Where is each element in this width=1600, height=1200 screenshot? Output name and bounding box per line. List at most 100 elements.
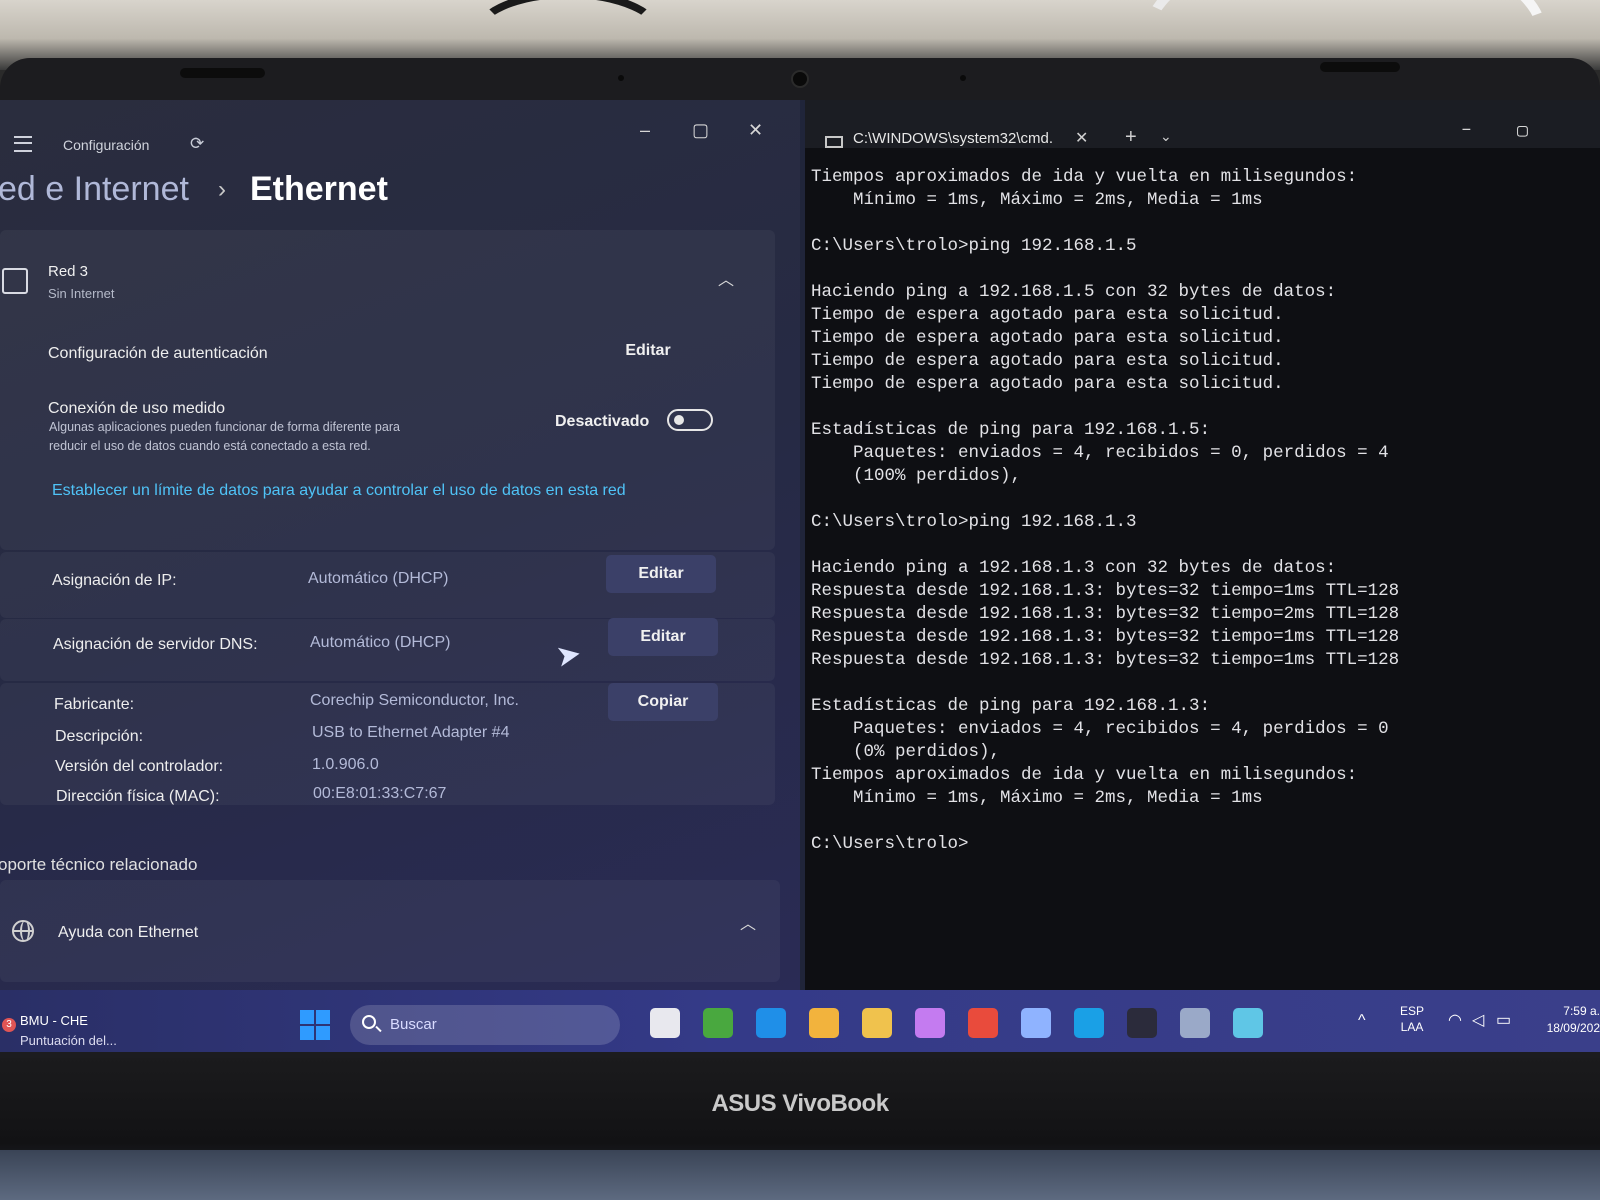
network-name: Red 3 [48, 263, 89, 280]
cmd-icon [825, 136, 843, 148]
terminal-icon[interactable] [1127, 1008, 1157, 1038]
volume-icon[interactable]: ◁ [1472, 1010, 1484, 1030]
terminal-minimize-button[interactable]: – [1461, 120, 1472, 140]
breadcrumb-separator: › [218, 176, 226, 203]
breadcrumb-parent-link[interactable]: ed e Internet [0, 170, 189, 209]
info-label-description: Descripción: [55, 728, 144, 745]
dns-assignment-value: Automático (DHCP) [310, 634, 451, 651]
edge-icon[interactable] [756, 1008, 786, 1038]
minecraft-icon[interactable] [703, 1008, 733, 1038]
settings-icon[interactable] [1180, 1008, 1210, 1038]
remote-desktop-icon[interactable] [1233, 1008, 1263, 1038]
metered-description-line: Algunas aplicaciones pueden funcionar de… [49, 420, 400, 434]
store-icon[interactable] [809, 1008, 839, 1038]
taskbar-search[interactable]: Buscar [350, 1005, 620, 1045]
info-label-mac-address: Dirección física (MAC): [56, 788, 220, 805]
terminal-line: Respuesta desde 192.168.1.3: bytes=32 ti… [811, 650, 1400, 670]
language-code: ESP [1400, 1004, 1425, 1018]
chevron-up-icon[interactable]: ︿ [718, 266, 734, 290]
chevron-up-icon[interactable]: ︿ [740, 910, 756, 934]
globe-icon [12, 920, 34, 942]
close-button[interactable]: ✕ [748, 120, 763, 141]
terminal-line: Haciendo ping a 192.168.1.5 con 32 bytes… [811, 282, 1337, 302]
terminal-line: (100% perdidos), [811, 466, 1022, 486]
info-value-description: USB to Ethernet Adapter #4 [312, 724, 510, 741]
keyboard-layout: LAA [1400, 1020, 1424, 1034]
terminal-line: Tiempos aproximados de ida y vuelta en m… [811, 765, 1358, 785]
page-title: Ethernet [250, 170, 388, 208]
metered-connection-toggle[interactable] [667, 409, 713, 431]
metered-toggle-label: Desactivado [555, 413, 650, 430]
info-value-mac-address: 00:E8:01:33:C7:67 [313, 785, 447, 802]
edit-ip-button[interactable]: Editar [606, 555, 716, 593]
window-title: Configuración [63, 137, 150, 153]
edit-auth-button[interactable]: Editar [618, 332, 678, 370]
terminal-line: Tiempo de espera agotado para esta solic… [811, 374, 1284, 394]
ip-assignment-label: Asignación de IP: [52, 572, 177, 589]
tab-dropdown-button[interactable]: ⌄ [1160, 128, 1172, 145]
terminal-tab-title[interactable]: C:\WINDOWS\system32\cmd. [853, 130, 1053, 147]
support-section-heading: oporte técnico relacionado [0, 855, 198, 874]
news-widget-subtitle[interactable]: Puntuación del... [20, 1033, 117, 1048]
info-value-driver-version: 1.0.906.0 [312, 756, 379, 773]
windows-start-icon[interactable] [300, 1010, 330, 1040]
metered-description: Algunas aplicaciones pueden funcionar de… [49, 418, 519, 456]
terminal-maximize-button[interactable]: ▢ [1517, 120, 1528, 142]
terminal-line: Estadísticas de ping para 192.168.1.3: [811, 696, 1211, 716]
edit-dns-button[interactable]: Editar [608, 618, 718, 656]
laptop-brand-logo: ASUS VivoBook [711, 1090, 889, 1117]
terminal-line: (0% perdidos), [811, 742, 1001, 762]
chevron-up-icon[interactable]: ^ [1358, 1012, 1366, 1030]
screen: Configuración ⟳ – ▢ ✕ ed e Internet › Et… [0, 100, 1600, 1052]
network-status: Sin Internet [48, 286, 115, 301]
battery-icon[interactable]: ▭ [1496, 1010, 1511, 1030]
terminal-line: C:\Users\trolo>ping 192.168.1.3 [811, 512, 1137, 532]
metered-connection-label: Conexión de uso medido [48, 400, 226, 417]
file-explorer-icon[interactable] [650, 1008, 680, 1038]
ethernet-network-icon [2, 268, 28, 294]
news-notification-badge: 3 [2, 1018, 16, 1032]
network-share-icon[interactable] [1021, 1008, 1051, 1038]
terminal-line: Tiempo de espera agotado para esta solic… [811, 305, 1284, 325]
terminal-line: Tiempo de espera agotado para esta solic… [811, 351, 1284, 371]
wifi-icon[interactable]: ◠ [1448, 1010, 1462, 1030]
news-widget-title[interactable]: BMU - CHE [20, 1013, 88, 1028]
maximize-button[interactable]: ▢ [692, 120, 709, 141]
terminal-line: Tiempo de espera agotado para esta solic… [811, 328, 1284, 348]
metered-description-line: reducir el uso de datos cuando está cone… [49, 439, 371, 453]
network-card [0, 230, 775, 550]
terminal-output[interactable]: Tiempos aproximados de ida y vuelta en m… [811, 166, 1591, 856]
search-icon [362, 1015, 376, 1029]
copilot-icon[interactable] [915, 1008, 945, 1038]
clock-time: 7:59 a. [1563, 1004, 1600, 1018]
new-tab-button[interactable]: + [1125, 126, 1137, 149]
copy-info-button[interactable]: Copiar [608, 683, 718, 721]
minimize-button[interactable]: – [640, 120, 650, 141]
terminal-line: C:\Users\trolo> [811, 834, 969, 854]
data-limit-link[interactable]: Establecer un límite de datos para ayuda… [52, 482, 626, 500]
chrome-icon[interactable] [968, 1008, 998, 1038]
settings-titlebar: Configuración ⟳ – ▢ ✕ [0, 100, 800, 153]
refresh-search-icon[interactable]: ⟳ [190, 134, 204, 154]
language-indicator[interactable]: ESP LAA [1400, 1003, 1424, 1035]
terminal-window: C:\WINDOWS\system32\cmd. ✕ + ⌄ – ▢ Tiemp… [805, 100, 1600, 990]
terminal-line: Mínimo = 1ms, Máximo = 2ms, Media = 1ms [811, 190, 1263, 210]
help-ethernet-label[interactable]: Ayuda con Ethernet [58, 924, 198, 942]
hamburger-menu-icon[interactable] [14, 136, 32, 152]
terminal-line: Respuesta desde 192.168.1.3: bytes=32 ti… [811, 604, 1400, 624]
close-tab-button[interactable]: ✕ [1075, 128, 1088, 148]
folder-icon[interactable] [862, 1008, 892, 1038]
terminal-line: Paquetes: enviados = 4, recibidos = 0, p… [811, 443, 1389, 463]
info-value-manufacturer: Corechip Semiconductor, Inc. [310, 692, 519, 709]
settings-window: Configuración ⟳ – ▢ ✕ ed e Internet › Et… [0, 100, 800, 990]
photos-icon[interactable] [1074, 1008, 1104, 1038]
terminal-line: Haciendo ping a 192.168.1.3 con 32 bytes… [811, 558, 1337, 578]
system-clock[interactable]: 7:59 a. 18/09/202 [1540, 1003, 1600, 1037]
info-label-manufacturer: Fabricante: [54, 696, 135, 713]
info-label-driver-version: Versión del controlador: [55, 758, 224, 775]
terminal-line: Tiempos aproximados de ida y vuelta en m… [811, 167, 1358, 187]
